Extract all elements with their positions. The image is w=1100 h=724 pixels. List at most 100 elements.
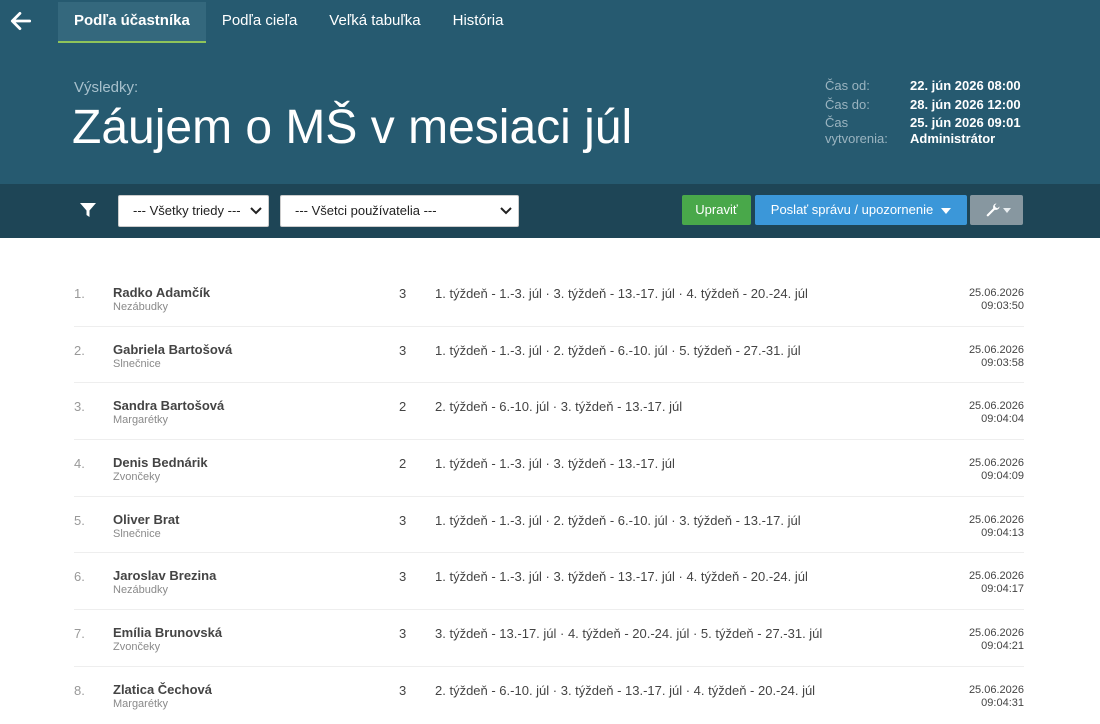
participant-group: Margarétky [113, 697, 169, 710]
submission-time: 09:03:58 [981, 356, 1024, 369]
submission-date: 25.06.2026 [968, 683, 1024, 696]
chevron-down-icon [500, 207, 512, 215]
results-list: 1. Radko Adamčík Nezábudky 3 1. týždeň - 1.-… [74, 270, 1024, 724]
submission-date: 25.06.2026 [968, 457, 1024, 470]
choices-text: 1. týždeň - 1.-3. júl · 3. týždeň - 13.-… [435, 286, 808, 301]
choice-count: 3 [399, 569, 407, 585]
submission-date: 25.06.2026 [968, 513, 1024, 526]
created-time-value: 25. jún 2026 09:01 [910, 115, 1021, 130]
participant-name: Radko Adamčík [113, 285, 211, 300]
submission-date: 25.06.2026 [968, 627, 1024, 640]
arrow-left-icon[interactable] [8, 8, 34, 34]
classes-select[interactable]: --- Všetky triedy --- [118, 195, 269, 227]
toolbar: --- Všetky triedy --- --- Všetci používa… [0, 184, 1100, 238]
created-by-value: Administrátor [910, 131, 996, 146]
choices-text: 2. týždeň - 6.-10. júl · 3. týždeň - 13.… [435, 399, 683, 415]
submission-time: 09:03:50 [981, 300, 1024, 312]
time-from-value: 22. jún 2026 08:00 [910, 78, 1021, 93]
row-number: 5. [74, 512, 85, 528]
list-item[interactable]: 7. Emília Brunovská Zvončeky 3 3. týždeň - 1… [74, 610, 1024, 667]
users-select-value: --- Všetci používatelia --- [295, 203, 437, 218]
tab-by-participant[interactable]: Podľa účastníka [58, 2, 206, 43]
choice-count: 3 [399, 626, 407, 642]
choice-count: 3 [399, 512, 407, 528]
participant-group: Slnečnice [113, 527, 161, 540]
participant-group: Zvončeky [113, 641, 161, 654]
list-item[interactable]: 6. Jaroslav Brezina Nezábudky 3 1. týždeň - … [74, 553, 1024, 611]
choices-text: 1. týždeň - 1.-3. júl · 2. týždeň - 6.-1… [435, 512, 801, 528]
submission-timestamp: 25.06.2026 09:04:13 [969, 514, 1024, 540]
participant-group: Nezábudky [113, 301, 169, 313]
submission-time: 09:04:17 [981, 583, 1024, 596]
row-number: 2. [74, 342, 85, 358]
choices-text: 1. týždeň - 1.-3. júl · 2. týždeň - 6.-1… [435, 342, 801, 358]
choices-text: 1. týždeň - 1.-3. júl · 3. týždeň - 13.-… [435, 456, 675, 472]
choice-count: 3 [399, 682, 407, 698]
wrench-icon [986, 203, 1000, 217]
created-label: Čas vytvorenia: [825, 115, 888, 146]
list-item[interactable]: 2. Gabriela Bartošová Slnečnice 3 1. týždeň … [74, 327, 1024, 384]
submission-timestamp: 25.06.2026 09:03:50 [969, 287, 1024, 313]
participant-name: Denis Bednárik [113, 455, 208, 471]
results-label: Výsledky: [74, 79, 139, 96]
list-item[interactable]: 3. Sandra Bartošová Margarétky 2 2. týždeň -… [74, 383, 1024, 441]
filter-icon[interactable] [78, 200, 98, 220]
row-number: 4. [74, 456, 85, 472]
tab-big-table[interactable]: Veľká tabuľka [313, 2, 436, 43]
row-number: 7. [74, 626, 85, 642]
choice-count: 2 [399, 456, 407, 472]
users-select[interactable]: --- Všetci používatelia --- [280, 195, 519, 227]
participant-name: Emília Brunovská [113, 625, 223, 641]
tab-by-goal[interactable]: Podľa cieľa [206, 2, 313, 43]
row-number: 3. [74, 399, 85, 415]
participant-group: Nezábudky [113, 584, 169, 597]
caret-down-icon [941, 207, 952, 214]
submission-date: 25.06.2026 [968, 287, 1024, 299]
choices-text: 2. týždeň - 6.-10. júl · 3. týždeň - 13.… [435, 682, 816, 698]
submission-timestamp: 25.06.2026 09:04:31 [969, 684, 1024, 710]
choice-count: 2 [399, 399, 407, 415]
send-message-label: Poslať správu / upozornenie [770, 202, 934, 217]
time-from-label: Čas od: [825, 78, 870, 93]
submission-timestamp: 25.06.2026 09:03:58 [969, 344, 1024, 370]
participant-name: Oliver Brat [113, 511, 180, 527]
submission-date: 25.06.2026 [968, 343, 1024, 356]
choice-count: 3 [399, 286, 407, 301]
participant-group: Zvončeky [113, 471, 161, 484]
meta-info: Čas od: 22. jún 2026 08:00 Čas do: 28. j… [825, 78, 1021, 150]
row-number: 1. [74, 286, 85, 301]
choices-text: 3. týždeň - 13.-17. júl · 4. týždeň - 20… [435, 626, 823, 642]
classes-select-value: --- Všetky triedy --- [133, 203, 241, 218]
tab-bar: Podľa účastníka Podľa cieľa Veľká tabuľk… [58, 2, 519, 43]
submission-time: 09:04:31 [981, 696, 1024, 709]
page-title: Záujem o MŠ v mesiaci júl [72, 101, 633, 154]
participant-name: Jaroslav Brezina [113, 568, 217, 584]
list-item[interactable]: 5. Oliver Brat Slnečnice 3 1. týždeň - 1.-3.… [74, 497, 1024, 554]
submission-date: 25.06.2026 [968, 570, 1024, 583]
time-to-value: 28. jún 2026 12:00 [910, 97, 1021, 112]
row-number: 6. [74, 569, 85, 585]
submission-timestamp: 25.06.2026 09:04:04 [969, 400, 1024, 426]
header: Podľa účastníka Podľa cieľa Veľká tabuľk… [0, 0, 1100, 184]
send-message-button[interactable]: Poslať správu / upozornenie [755, 195, 967, 225]
caret-down-icon [1003, 208, 1011, 213]
submission-time: 09:04:21 [981, 640, 1024, 653]
submission-timestamp: 25.06.2026 09:04:09 [969, 457, 1024, 483]
choices-text: 1. týždeň - 1.-3. júl · 3. týždeň - 13.-… [435, 569, 808, 585]
participant-name: Gabriela Bartošová [113, 341, 233, 357]
row-number: 8. [74, 682, 85, 698]
tab-history[interactable]: História [437, 2, 520, 43]
edit-button[interactable]: Upraviť [682, 195, 751, 225]
submission-timestamp: 25.06.2026 09:04:17 [969, 570, 1024, 596]
submission-time: 09:04:13 [981, 526, 1024, 539]
chevron-down-icon [250, 207, 262, 215]
tools-button[interactable] [970, 195, 1023, 225]
submission-date: 25.06.2026 [968, 400, 1024, 413]
list-item[interactable]: 8. Zlatica Čechová Margarétky 3 2. týždeň - … [74, 667, 1024, 724]
submission-time: 09:04:09 [981, 470, 1024, 483]
submission-timestamp: 25.06.2026 09:04:21 [969, 627, 1024, 653]
list-item[interactable]: 1. Radko Adamčík Nezábudky 3 1. týždeň - 1.-… [74, 270, 1024, 327]
choice-count: 3 [399, 342, 407, 358]
time-to-label: Čas do: [825, 97, 870, 112]
list-item[interactable]: 4. Denis Bednárik Zvončeky 2 1. týždeň - 1.-… [74, 440, 1024, 497]
